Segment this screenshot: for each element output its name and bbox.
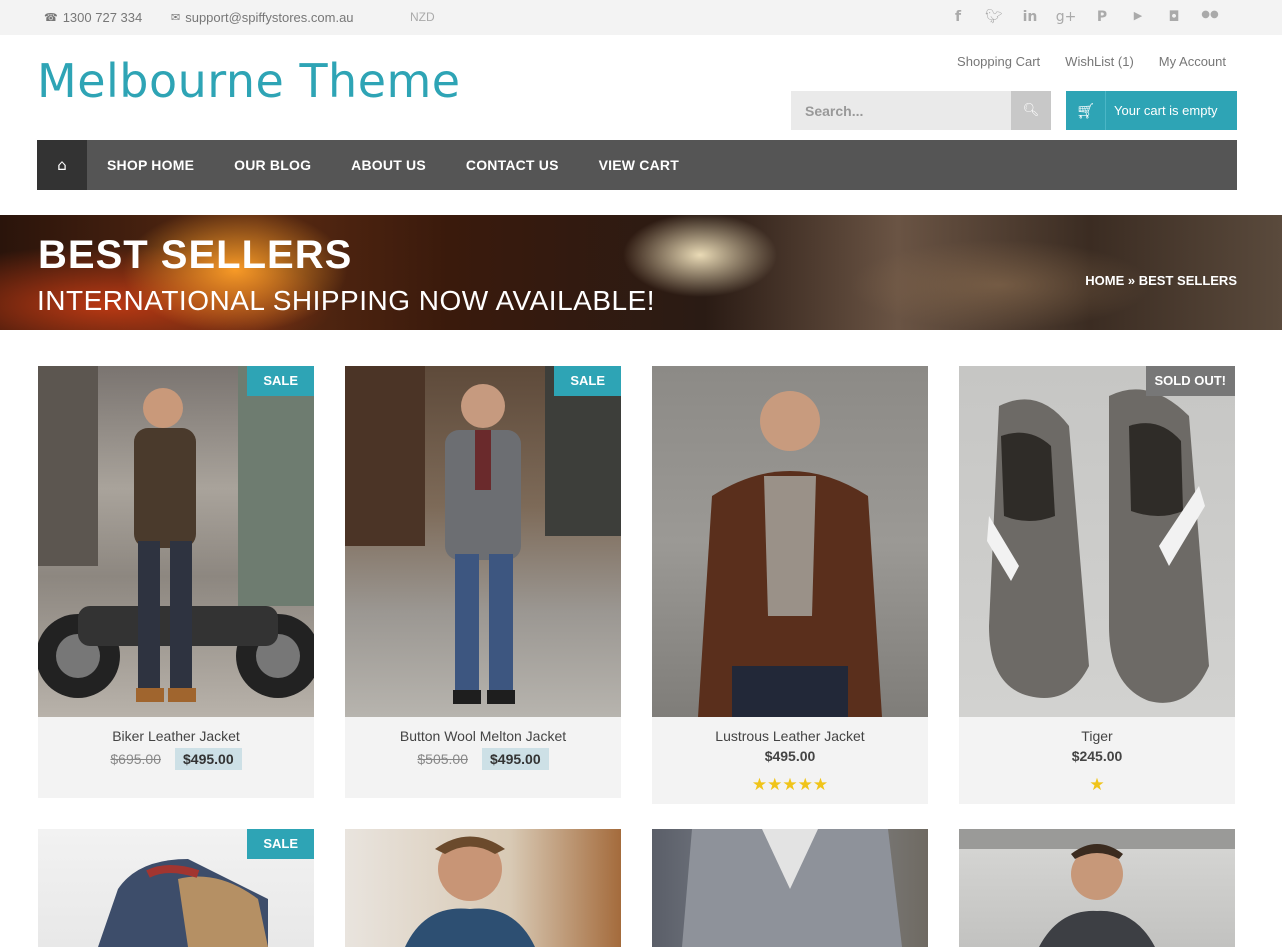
youtube-icon[interactable]: ▶ [1120,9,1156,25]
product-prices: $695.00 $495.00 [38,748,314,770]
social-links: f 🐦︎ in g+ P ▶ ◘ ●● [940,9,1228,25]
product-image-wool-jacket[interactable] [345,366,621,717]
breadcrumb[interactable]: HOME » BEST SELLERS [1085,273,1237,288]
product-card[interactable]: Lustrous Leather Jacket $495.00 ★★★★★ [652,366,928,804]
product-image-lustrous-jacket[interactable] [652,366,928,717]
star-rating: ★★★★★ [652,775,928,795]
nav-about-us[interactable]: ABOUT US [331,157,446,173]
twitter-icon[interactable]: 🐦︎ [976,9,1012,25]
star-icon: ★ [767,775,783,795]
product-prices: $495.00 [652,748,928,764]
product-prices: $505.00 $495.00 [345,748,621,770]
search-icon: 🔍︎ [1022,103,1040,118]
sold-out-badge: SOLD OUT! [1145,366,1235,396]
sale-badge: SALE [554,366,621,396]
facebook-icon[interactable]: f [940,9,976,25]
product-name[interactable]: Button Wool Melton Jacket [345,728,621,744]
nav-our-blog[interactable]: OUR BLOG [214,157,331,173]
product-name[interactable]: Biker Leather Jacket [38,728,314,744]
product-photo [345,366,621,704]
cart-icon: 🛒︎ [1066,91,1106,130]
product-image-biker-jacket[interactable] [38,366,314,717]
envelope-icon: ✉ [171,11,181,24]
star-icon: ★ [1089,775,1105,795]
star-rating: ★ [959,775,1235,795]
product-card[interactable]: SALE Button Wool Melton Jacket $505.00 $… [345,366,621,798]
star-icon: ★ [782,775,798,795]
product-image-tiger-shoes[interactable] [959,366,1235,717]
phone-icon: ☎ [44,11,58,24]
star-icon: ★ [812,775,829,795]
product-card[interactable] [959,829,1235,947]
product-image-tweed-coat[interactable] [652,829,928,947]
linkedin-icon[interactable]: in [1012,9,1048,25]
original-price: $505.00 [417,751,468,767]
site-logo[interactable]: Melbourne Theme [37,58,461,104]
product-name[interactable]: Lustrous Leather Jacket [652,728,928,744]
product-card[interactable]: SALE [38,829,314,947]
product-image-runway-model[interactable] [959,829,1235,947]
search-button[interactable]: 🔍︎ [1011,91,1051,130]
product-price: $495.00 [764,748,816,764]
product-photo [682,829,902,947]
star-icon: ★ [797,775,813,795]
sale-price: $495.00 [175,748,242,770]
product-photo [959,829,1235,947]
phone-info: ☎ 1300 727 334 [44,10,142,25]
header-links: Shopping Cart WishList (1) My Account [957,54,1226,69]
email-info[interactable]: ✉ support@spiffystores.com.au [171,10,354,25]
product-photo [698,391,882,717]
nav-contact-us[interactable]: CONTACT US [446,157,579,173]
page-subtitle: INTERNATIONAL SHIPPING NOW AVAILABLE! [37,285,656,316]
support-email[interactable]: support@spiffystores.com.au [185,10,353,25]
sale-price: $495.00 [482,748,549,770]
shopping-cart-link[interactable]: Shopping Cart [957,54,1040,69]
cart-button[interactable]: 🛒︎ Your cart is empty [1066,91,1237,130]
sale-badge: SALE [247,366,314,396]
search-input[interactable]: Search... [791,91,1011,130]
product-name[interactable]: Tiger [959,728,1235,744]
pinterest-icon[interactable]: P [1084,9,1120,25]
original-price: $695.00 [110,751,161,767]
flickr-icon[interactable]: ●● [1192,9,1228,25]
cart-status: Your cart is empty [1114,103,1218,118]
product-prices: $245.00 [959,748,1235,764]
nav-view-cart[interactable]: VIEW CART [579,157,699,173]
instagram-icon[interactable]: ◘ [1156,9,1192,25]
product-card[interactable] [652,829,928,947]
star-icon: ★ [751,775,768,795]
product-photo [987,389,1209,703]
phone-number: 1300 727 334 [62,10,143,25]
currency-selector[interactable]: NZD [410,10,435,24]
sale-badge: SALE [247,829,314,859]
product-image-smiling-man[interactable] [345,829,621,947]
product-photo [38,366,314,702]
product-price: $245.00 [1071,748,1123,764]
page-title: BEST SELLERS [38,233,353,277]
product-card[interactable] [345,829,621,947]
nav-shop-home[interactable]: SHOP HOME [87,157,214,173]
product-photo [405,836,535,947]
wishlist-link[interactable]: WishList (1) [1065,54,1134,69]
main-nav: ⌂ SHOP HOME OUR BLOG ABOUT US CONTACT US… [37,140,1237,190]
top-bar: ☎ 1300 727 334 ✉ support@spiffystores.co… [0,0,1282,35]
home-icon[interactable]: ⌂ [37,140,87,190]
page-banner: BEST SELLERS INTERNATIONAL SHIPPING NOW … [0,215,1282,330]
google-plus-icon[interactable]: g+ [1048,9,1084,25]
my-account-link[interactable]: My Account [1159,54,1226,69]
product-card[interactable]: SALE Biker Leather Jacket $695.00 $495.0… [38,366,314,798]
product-card[interactable]: SOLD OUT! Tiger $245.00 ★ [959,366,1235,804]
